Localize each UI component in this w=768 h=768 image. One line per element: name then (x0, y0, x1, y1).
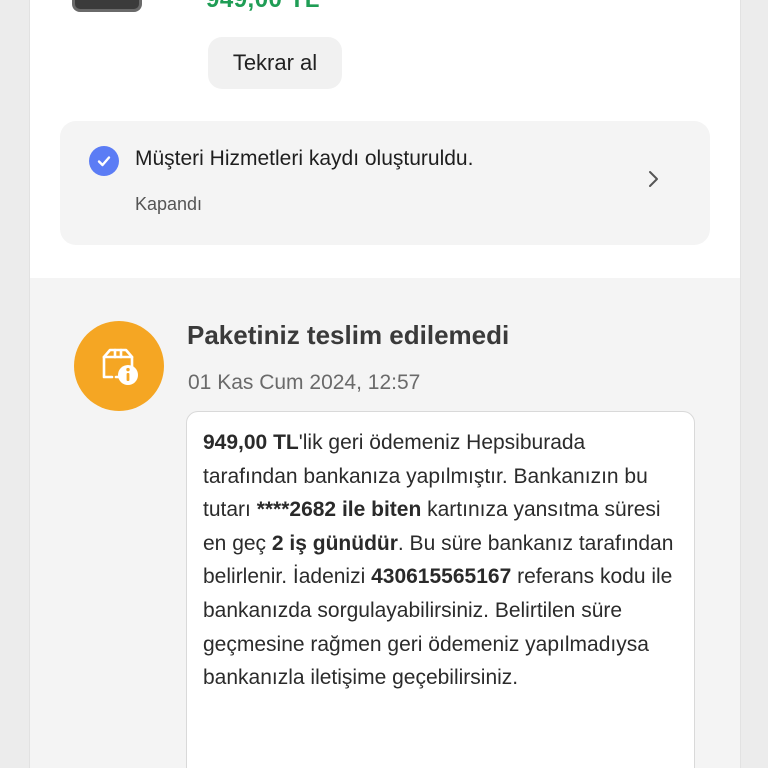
product-price: 949,00 TL (206, 0, 320, 14)
customer-service-status: Kapandı (135, 194, 203, 214)
refund-reference: 430615565167 (371, 565, 512, 589)
chevron-right-icon (646, 168, 662, 190)
event-title: Paketiniz teslim edilemedi (187, 320, 510, 350)
refund-amount: 949,00 TL (203, 431, 299, 454)
rebuy-button[interactable]: Tekrar al (208, 37, 342, 89)
refund-duration: 2 iş günüdür (271, 531, 398, 555)
refund-message: 949,00 TL'lik geri ödemeniz Hepsiburada … (186, 411, 695, 768)
event-timestamp: 01 Kas Cum 2024, 12:57 (188, 371, 421, 394)
refund-card: ****2682 ile biten (256, 498, 422, 522)
customer-service-card[interactable]: Müşteri Hizmetleri kaydı oluşturuldu. Ka… (60, 121, 710, 245)
product-thumbnail[interactable] (72, 0, 142, 12)
customer-service-title: Müşteri Hizmetleri kaydı oluşturuldu. (135, 147, 474, 170)
package-info-icon (74, 321, 164, 411)
check-circle-icon (89, 146, 119, 176)
